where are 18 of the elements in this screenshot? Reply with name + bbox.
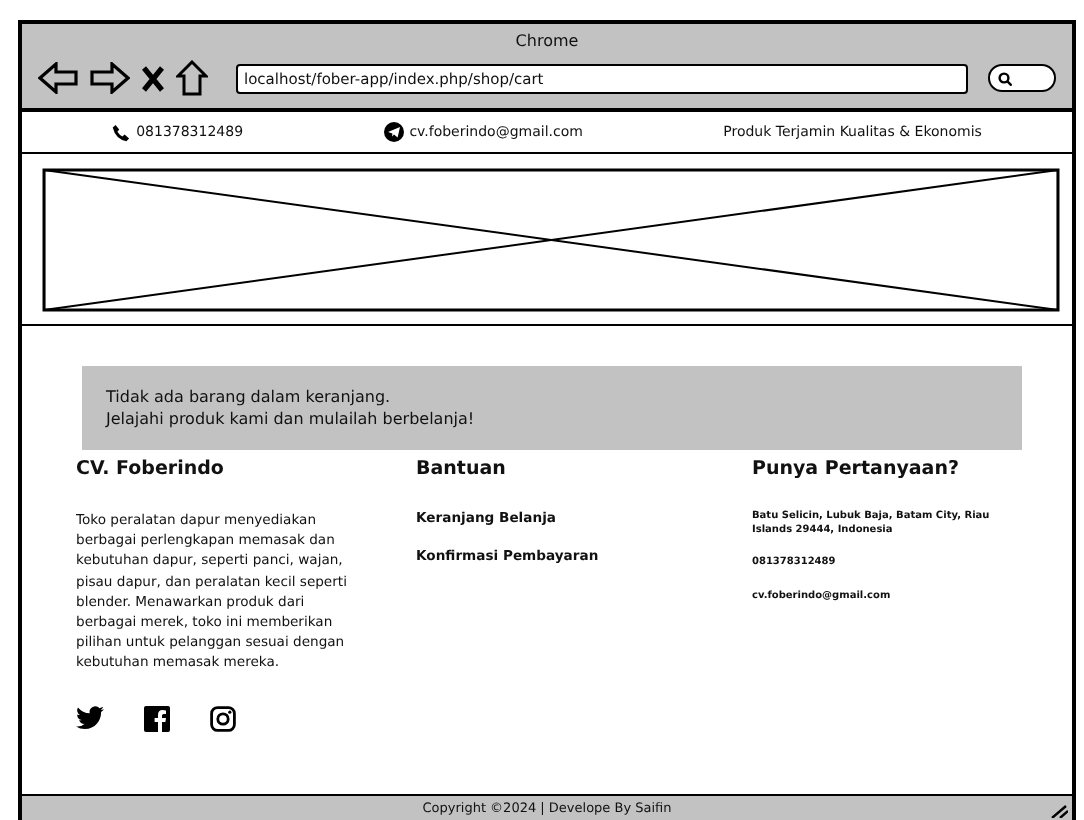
message-line: Jelajahi produk kami dan mulailah berbelanja! — [106, 408, 477, 430]
send-icon — [383, 122, 404, 142]
bird-icon[interactable] — [76, 706, 104, 731]
camera-icon[interactable] — [210, 705, 236, 732]
home-icon[interactable] — [176, 60, 208, 96]
close-icon[interactable] — [142, 65, 164, 91]
back-icon[interactable] — [38, 62, 78, 94]
phone-icon — [112, 123, 131, 141]
column-heading: CV. Foberindo — [76, 458, 226, 480]
message-line: Tidak ada barang dalam keranjang. — [106, 386, 393, 408]
search-icon — [998, 71, 1012, 85]
resize-grip-icon[interactable] — [1050, 804, 1068, 818]
facebook-icon[interactable] — [144, 705, 170, 732]
window-title: Chrome — [513, 30, 581, 54]
column-heading: Punya Pertanyaan? — [752, 458, 961, 480]
column-heading: Bantuan — [416, 458, 508, 480]
forward-icon[interactable] — [90, 62, 130, 94]
search-field[interactable] — [988, 64, 1056, 92]
